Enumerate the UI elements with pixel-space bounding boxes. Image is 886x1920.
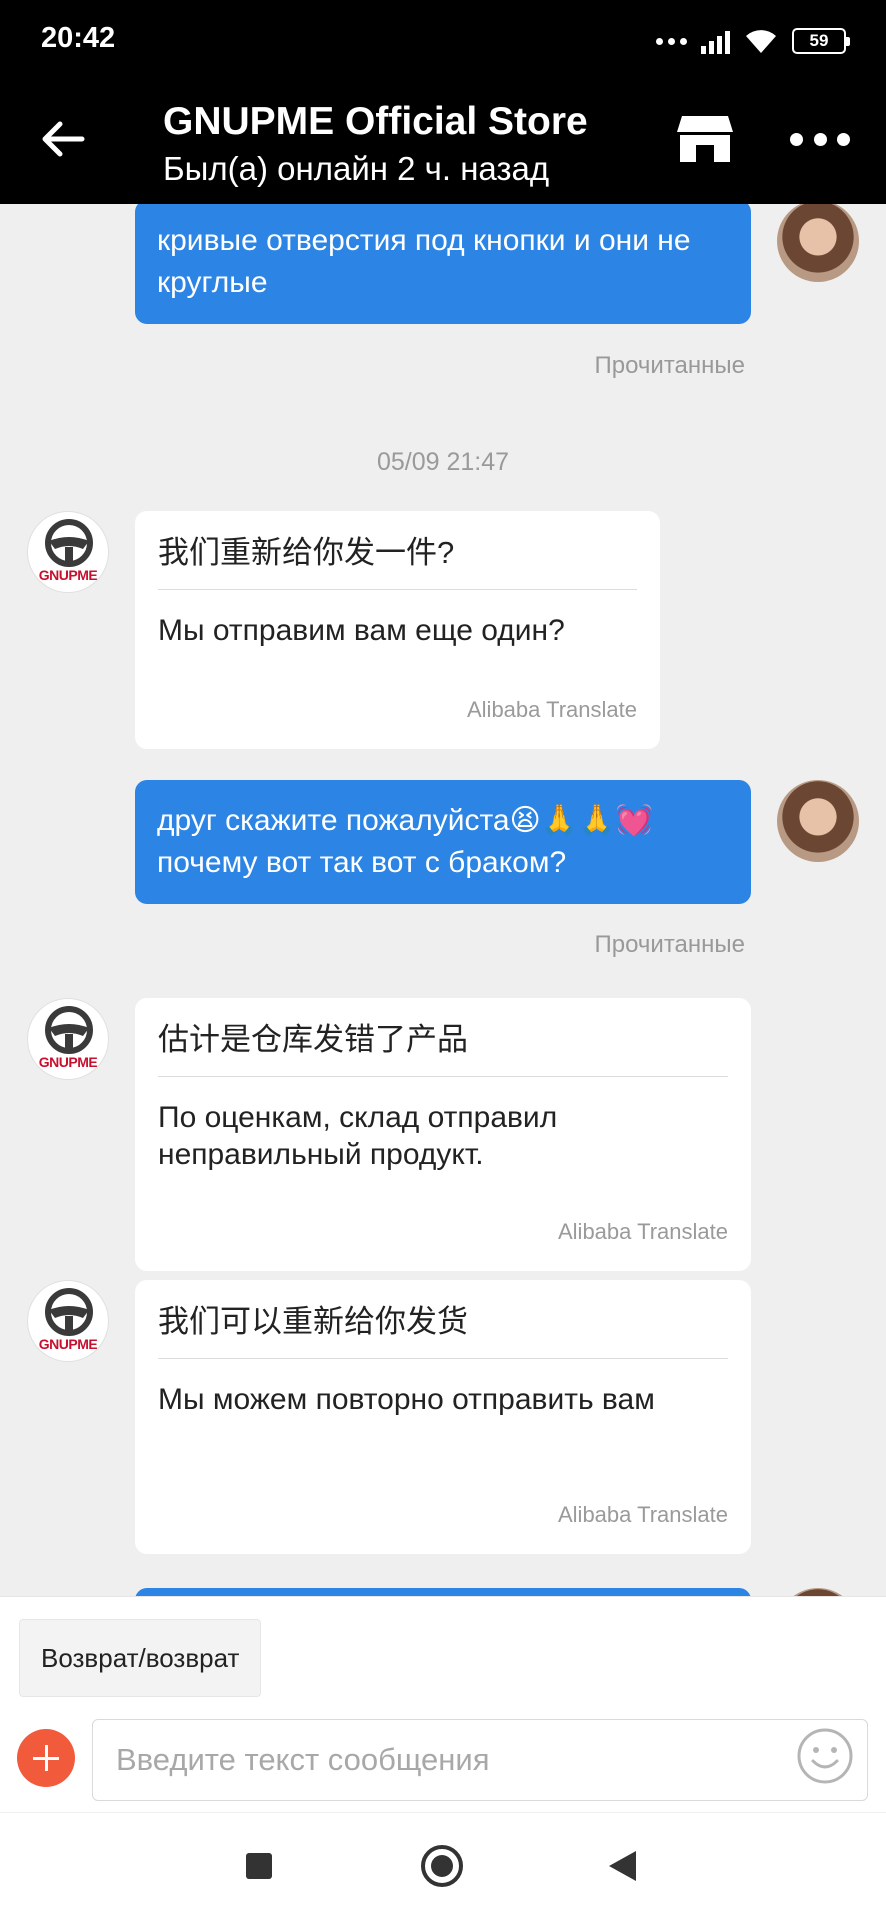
battery-icon: 59	[792, 28, 850, 54]
store-icon[interactable]	[676, 114, 734, 164]
store-brand-label: GNUPME	[38, 1336, 98, 1352]
chat-header: GNUPME Official Store Был(а) онлайн 2 ч.…	[0, 78, 886, 204]
store-avatar[interactable]: GNUPME	[27, 511, 109, 593]
quick-reply-return-button[interactable]: Возврат/возврат	[19, 1619, 262, 1697]
message-timestamp: 05/09 21:47	[376, 448, 510, 476]
outgoing-message[interactable]: кривые отверстия под кнопки и они не кру…	[135, 204, 751, 324]
translated-text: Мы можем повторно отправить вам	[158, 1383, 655, 1416]
back-arrow-icon[interactable]	[38, 114, 88, 164]
incoming-message[interactable]: 估计是仓库发错了产品 По оценкам, склад отправил не…	[135, 998, 751, 1271]
status-icons: 59	[656, 24, 850, 58]
composer: Возврат/возврат	[0, 1596, 886, 1812]
original-text: 估计是仓库发错了产品	[158, 998, 728, 1077]
user-avatar[interactable]	[777, 780, 859, 862]
wifi-icon	[746, 30, 776, 53]
user-avatar[interactable]	[777, 204, 859, 282]
plus-icon[interactable]	[17, 1729, 75, 1787]
emoji-icon[interactable]	[796, 1727, 854, 1785]
store-brand-label: GNUPME	[38, 567, 98, 583]
message-list[interactable]: кривые отверстия под кнопки и они не кру…	[0, 204, 886, 1596]
translated-text: По оценкам, склад отправил неправильный …	[158, 1101, 558, 1171]
store-avatar[interactable]: GNUPME	[27, 998, 109, 1080]
message-text: друг скажите пожалуйста😫🙏🙏💓 почему вот т…	[157, 804, 653, 879]
signal-icon	[701, 28, 730, 54]
message-input[interactable]	[92, 1719, 868, 1801]
read-status: Прочитанные	[594, 352, 745, 379]
steering-wheel-icon	[45, 519, 93, 567]
steering-wheel-icon	[45, 1006, 93, 1054]
original-text: 我们可以重新给你发货	[158, 1280, 728, 1359]
steering-wheel-icon	[45, 1288, 93, 1336]
outgoing-message[interactable]: друг скажите пожалуйста😫🙏🙏💓 почему вот т…	[135, 780, 751, 904]
incoming-message[interactable]: 我们重新给你发一件? Мы отправим вам еще один? Ali…	[135, 511, 660, 749]
translation-source: Alibaba Translate	[558, 1219, 728, 1244]
incoming-message[interactable]: 我们可以重新给你发货 Мы можем повторно отправить в…	[135, 1280, 751, 1554]
translated-text: Мы отправим вам еще один?	[158, 614, 565, 647]
original-text: 我们重新给你发一件?	[158, 511, 637, 590]
user-avatar[interactable]	[777, 1588, 859, 1596]
last-seen-status: Был(а) онлайн 2 ч. назад	[163, 150, 550, 187]
status-time: 20:42	[41, 22, 116, 54]
read-status: Прочитанные	[594, 931, 745, 958]
outgoing-message-partial[interactable]	[135, 1588, 751, 1596]
message-text: кривые отверстия под кнопки и они не кру…	[157, 224, 691, 299]
store-name[interactable]: GNUPME Official Store	[163, 100, 588, 144]
system-nav-bar	[0, 1812, 886, 1920]
nav-back-icon[interactable]	[609, 1851, 636, 1881]
translation-source: Alibaba Translate	[467, 697, 637, 722]
home-icon[interactable]	[421, 1845, 463, 1887]
translation-source: Alibaba Translate	[558, 1502, 728, 1527]
notification-dots-icon	[656, 37, 687, 45]
chat-screen: 20:42 59 GNUPME Official Store Был(а) он…	[0, 0, 886, 1920]
store-brand-label: GNUPME	[38, 1054, 98, 1070]
recent-apps-icon[interactable]	[246, 1853, 272, 1879]
store-avatar[interactable]: GNUPME	[27, 1280, 109, 1362]
more-icon[interactable]	[790, 128, 850, 150]
status-bar: 20:42 59	[0, 0, 886, 78]
